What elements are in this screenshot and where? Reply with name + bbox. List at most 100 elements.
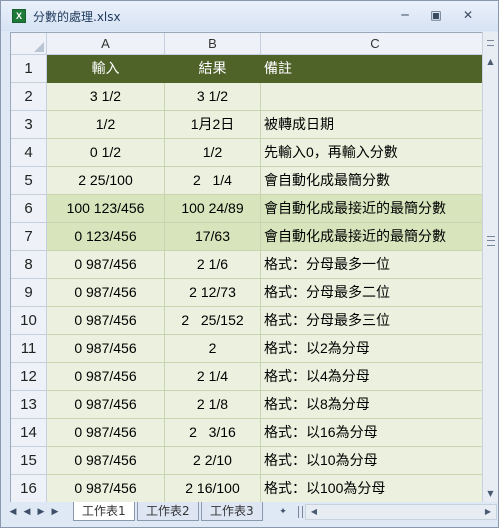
cell-a[interactable]: 0 987/456 [47,363,165,391]
row-header[interactable]: 14 [11,419,47,447]
cell-c[interactable]: 格式：以4為分母 [261,363,490,391]
next-sheet-icon[interactable]: ▶ [35,506,47,518]
sheet-tab[interactable]: 工作表1 [73,502,135,521]
cell-c[interactable]: 格式：以16為分母 [261,419,490,447]
scroll-left-arrow-icon[interactable]: ◀ [308,505,320,519]
title-bar[interactable]: X 分數的處理.xlsx ─ ▣ ✕ [1,1,498,31]
row-header[interactable]: 16 [11,475,47,503]
cell-b[interactable]: 3 1/2 [165,83,261,111]
cell-a[interactable]: 0 987/456 [47,475,165,503]
excel-window: X 分數的處理.xlsx ─ ▣ ✕ ABC 1 輸入 結果 備註 2 3 1/2 3 1/… [0,0,499,528]
select-all-corner[interactable] [11,33,47,55]
vertical-scrollbar[interactable]: ▲ ▼ [482,53,498,502]
cell-a[interactable]: 0 987/456 [47,279,165,307]
sheet-tab[interactable]: 工作表2 [137,502,199,521]
column-header-a[interactable]: A [47,33,165,55]
row-header[interactable]: 4 [11,139,47,167]
row-header[interactable]: 7 [11,223,47,251]
excel-app-icon[interactable]: X [12,9,26,23]
cell-b[interactable]: 1/2 [165,139,261,167]
row-header[interactable]: 11 [11,335,47,363]
cell-c[interactable]: 格式：分母最多三位 [261,307,490,335]
cell-b[interactable]: 2 1/8 [165,391,261,419]
close-icon: ✕ [462,8,474,22]
cell-b[interactable]: 17/63 [165,223,261,251]
cell-b[interactable]: 2 2/10 [165,447,261,475]
insert-sheet-icon[interactable]: ✦ [277,506,289,518]
row-header[interactable]: 6 [11,195,47,223]
cell-b[interactable]: 結果 [165,55,261,83]
last-sheet-icon[interactable]: ▶ [49,506,61,518]
sheet-tab-bar: ◀ ◀ ▶ ▶ 工作表1 工作表2 工作表3 ✦ ◀ ▶ [1,502,498,527]
row-header[interactable]: 10 [11,307,47,335]
split-handle-icon [487,40,494,46]
cell-c[interactable]: 格式：以8為分母 [261,391,490,419]
scroll-grip-icon [487,240,495,241]
cell-a[interactable]: 0 987/456 [47,307,165,335]
cell-b[interactable]: 2 25/152 [165,307,261,335]
cell-c[interactable]: 格式：以100為分母 [261,475,490,503]
scroll-up-arrow-icon[interactable]: ▲ [483,53,498,70]
row-header[interactable]: 13 [11,391,47,419]
restore-button[interactable]: ▣ [425,7,447,23]
cell-b[interactable]: 100 24/89 [165,195,261,223]
row-header[interactable]: 1 [11,55,47,83]
cell-a[interactable]: 2 25/100 [47,167,165,195]
cell-a[interactable]: 0 987/456 [47,419,165,447]
cell-a[interactable]: 0 987/456 [47,335,165,363]
row-header[interactable]: 5 [11,167,47,195]
row-header[interactable]: 8 [11,251,47,279]
cell-b[interactable]: 1月2日 [165,111,261,139]
cell-c[interactable]: 先輸入0，再輸入分數 [261,139,490,167]
cell-b[interactable]: 2 1/4 [165,363,261,391]
cell-c[interactable]: 格式：分母最多二位 [261,279,490,307]
row-header[interactable]: 12 [11,363,47,391]
scroll-thumb[interactable] [487,236,495,246]
cell-a[interactable]: 3 1/2 [47,83,165,111]
cell-a[interactable]: 0 1/2 [47,139,165,167]
cell-a[interactable]: 0 123/456 [47,223,165,251]
window-title: 分數的處理.xlsx [33,10,121,24]
vertical-split-box[interactable] [482,32,498,53]
first-sheet-icon[interactable]: ◀ [7,506,19,518]
minimize-button[interactable]: ─ [394,7,416,23]
cell-b[interactable]: 2 3/16 [165,419,261,447]
column-header-c[interactable]: C [261,33,490,55]
tab-split-handle[interactable] [298,506,303,518]
worksheet-grid[interactable]: ABC 1 輸入 結果 備註 2 3 1/2 3 1/2 3 1/2 1月2日 被轉成日期 4 0 1/… [10,32,491,504]
cell-c[interactable]: 格式：分母最多一位 [261,251,490,279]
row-header[interactable]: 15 [11,447,47,475]
prev-sheet-icon[interactable]: ◀ [21,506,33,518]
cell-a[interactable]: 0 987/456 [47,251,165,279]
restore-icon: ▣ [430,8,442,22]
row-header[interactable]: 3 [11,111,47,139]
cell-a[interactable]: 0 987/456 [47,391,165,419]
cell-c[interactable]: 會自動化成最簡分數 [261,167,490,195]
cell-c[interactable]: 格式：以2為分母 [261,335,490,363]
cell-a[interactable]: 100 123/456 [47,195,165,223]
cell-c[interactable]: 會自動化成最接近的最簡分數 [261,195,490,223]
horizontal-scrollbar[interactable]: ◀ ▶ [305,504,497,520]
cell-c[interactable]: 格式：以10為分母 [261,447,490,475]
column-header-b[interactable]: B [165,33,261,55]
select-all-triangle-icon [34,42,44,52]
close-button[interactable]: ✕ [457,7,479,23]
sheet-tab[interactable]: 工作表3 [201,502,263,521]
scroll-down-arrow-icon[interactable]: ▼ [483,485,498,502]
cell-c[interactable]: 會自動化成最接近的最簡分數 [261,223,490,251]
cell-a[interactable]: 1/2 [47,111,165,139]
cell-c[interactable]: 被轉成日期 [261,111,490,139]
cell-b[interactable]: 2 12/73 [165,279,261,307]
row-header[interactable]: 9 [11,279,47,307]
cell-b[interactable]: 2 1/4 [165,167,261,195]
resize-grip-icon[interactable] [488,517,498,527]
cell-c[interactable]: 備註 [261,55,490,83]
row-header[interactable]: 2 [11,83,47,111]
cell-b[interactable]: 2 16/100 [165,475,261,503]
cell-b[interactable]: 2 1/6 [165,251,261,279]
cell-a[interactable]: 輸入 [47,55,165,83]
cell-b[interactable]: 2 [165,335,261,363]
cell-a[interactable]: 0 987/456 [47,447,165,475]
minimize-icon: ─ [401,8,409,22]
cell-c[interactable] [261,83,490,111]
